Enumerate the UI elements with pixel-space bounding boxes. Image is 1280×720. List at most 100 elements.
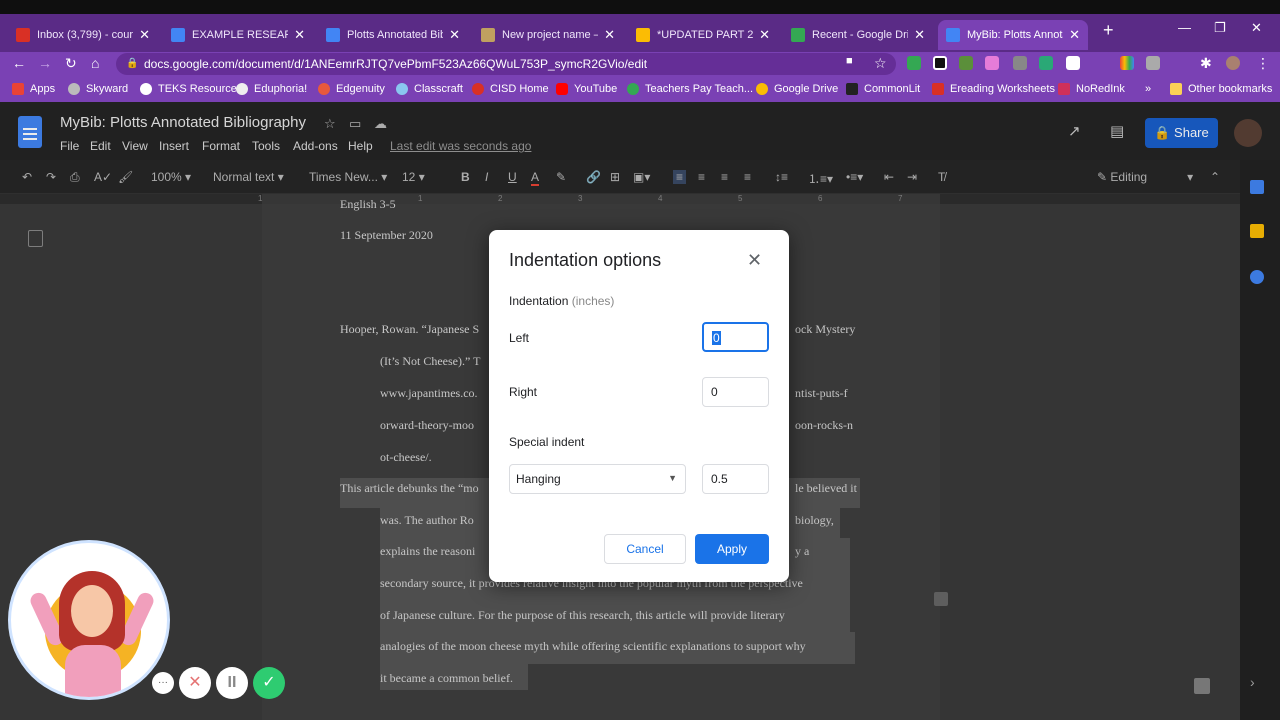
pause-recording-button[interactable]: II <box>216 667 248 699</box>
explore-icon[interactable] <box>1194 678 1210 694</box>
discard-recording-button[interactable]: ✕ <box>179 667 211 699</box>
bookmark-apps[interactable]: Apps <box>12 83 55 95</box>
bookmark-label: Other bookmarks <box>1188 83 1273 95</box>
right-indent-input[interactable]: 0 <box>702 377 769 407</box>
bookmark-noredink[interactable]: NoRedInk <box>1058 83 1125 95</box>
close-tab-icon[interactable]: ✕ <box>1069 27 1080 43</box>
close-tab-icon[interactable]: ✕ <box>449 27 460 43</box>
new-tab-button[interactable]: + <box>1103 20 1114 41</box>
indentation-options-dialog: Indentation options ✕ Indentation (inche… <box>489 230 789 582</box>
extension-icon[interactable] <box>1146 56 1160 70</box>
home-icon[interactable]: ⌂ <box>91 55 99 71</box>
drive-extension-icon[interactable] <box>907 56 921 70</box>
folder-icon <box>1170 83 1182 95</box>
extension-icon[interactable] <box>985 56 999 70</box>
reload-icon[interactable]: ↻ <box>65 55 77 72</box>
extension-icon[interactable] <box>959 56 973 70</box>
extension-icon[interactable] <box>1039 56 1053 70</box>
bookmark-label: Eduphoria! <box>254 83 308 95</box>
more-options-button[interactable]: ··· <box>152 672 174 694</box>
special-indent-value-input[interactable]: 0.5 <box>702 464 769 494</box>
extension-icon[interactable] <box>1066 56 1080 70</box>
bookmark-label: NoRedInk <box>1076 83 1125 95</box>
close-tab-icon[interactable]: ✕ <box>294 27 305 43</box>
close-tab-icon[interactable]: ✕ <box>914 27 925 43</box>
tab-updated-part2[interactable]: *UPDATED PART 2: AN ✕ <box>628 20 778 50</box>
extension-icon[interactable] <box>1013 56 1027 70</box>
mybib-icon <box>481 28 495 42</box>
avatar-body <box>65 645 121 697</box>
bookmark-skyward[interactable]: Skyward <box>68 83 128 95</box>
tab-new-project[interactable]: New project name – M ✕ <box>473 20 623 50</box>
special-indent-select[interactable]: Hanging ▼ <box>509 464 686 494</box>
cancel-button[interactable]: Cancel <box>604 534 686 564</box>
minimize-icon[interactable]: — <box>1178 20 1191 35</box>
left-indent-input[interactable]: 0 <box>702 322 769 352</box>
back-icon[interactable]: ← <box>12 55 26 71</box>
bookmark-label: CISD Home <box>490 83 549 95</box>
extension-icon[interactable] <box>1120 56 1134 70</box>
camera-icon[interactable]: ■ <box>846 55 853 67</box>
noredink-icon <box>1058 83 1070 95</box>
bookmark-label: Ereading Worksheets <box>950 83 1055 95</box>
docs-icon <box>171 28 185 42</box>
lock-icon: 🔒 <box>126 58 139 69</box>
apply-button[interactable]: Apply <box>695 534 769 564</box>
close-tab-icon[interactable]: ✕ <box>759 27 770 43</box>
url-field[interactable]: 🔒 docs.google.com/document/d/1ANEemrRJTQ… <box>116 53 896 75</box>
bookmark-google-drive[interactable]: Google Drive <box>756 83 838 95</box>
bookmark-label: YouTube <box>574 83 618 95</box>
tab-label: Inbox (3,799) - courtne <box>37 29 133 41</box>
more-bookmarks-label: » <box>1145 83 1152 95</box>
puzzle-extensions-icon[interactable]: ✱ <box>1200 55 1212 72</box>
right-indent-value: 0 <box>711 385 718 399</box>
slides-icon <box>636 28 650 42</box>
maximize-icon[interactable]: ❐ <box>1214 20 1226 36</box>
profile-avatar[interactable] <box>1226 56 1240 70</box>
forward-icon[interactable]: → <box>38 55 52 71</box>
chrome-menu-icon[interactable]: ⋮ <box>1256 55 1270 72</box>
bookmark-tpt[interactable]: Teachers Pay Teach... <box>627 83 753 95</box>
close-tab-icon[interactable]: ✕ <box>604 27 615 43</box>
classcraft-icon <box>396 83 408 95</box>
bookmark-eduphoria[interactable]: Eduphoria! <box>236 83 307 95</box>
tab-inbox[interactable]: Inbox (3,799) - courtne ✕ <box>8 20 158 50</box>
avatar-face <box>71 585 113 637</box>
bookmark-youtube[interactable]: YouTube <box>556 83 617 95</box>
cisd-icon <box>472 83 484 95</box>
bookmark-label: Google Drive <box>774 83 839 95</box>
bookmark-commonlit[interactable]: CommonLit <box>846 83 920 95</box>
more-bookmarks-button[interactable]: » <box>1145 83 1151 95</box>
tab-label: Recent - Google Drive <box>812 29 908 41</box>
docs-icon <box>326 28 340 42</box>
tab-mybib-active[interactable]: MyBib: Plotts Annotate ✕ <box>938 20 1088 50</box>
more-icon: ··· <box>158 677 168 688</box>
bookmark-classcraft[interactable]: Classcraft <box>396 83 463 95</box>
bitmoji-avatar <box>8 540 170 700</box>
tab-google-drive[interactable]: Recent - Google Drive ✕ <box>783 20 933 50</box>
bookmark-edgenuity[interactable]: Edgenuity <box>318 83 385 95</box>
tab-plotts-biblio[interactable]: Plotts Annotated Biblio ✕ <box>318 20 468 50</box>
ereading-icon <box>932 83 944 95</box>
x-icon: ✕ <box>188 674 202 691</box>
bookmarks-bar: Apps Skyward TEKS Resource Eduphoria! Ed… <box>0 78 1280 102</box>
apps-grid-icon <box>12 83 24 95</box>
bookmark-label: Skyward <box>86 83 129 95</box>
dropdown-arrow-icon: ▼ <box>668 473 677 483</box>
close-window-icon[interactable]: ✕ <box>1251 20 1262 36</box>
extension-icon[interactable] <box>933 56 947 70</box>
tab-label: MyBib: Plotts Annotate <box>967 29 1063 41</box>
bookmark-label: Classcraft <box>414 83 463 95</box>
star-bookmark-icon[interactable]: ☆ <box>874 55 887 72</box>
left-indent-label: Left <box>509 331 530 345</box>
bookmark-other[interactable]: Other bookmarks <box>1170 83 1272 95</box>
bookmark-cisd[interactable]: CISD Home <box>472 83 549 95</box>
tab-example-research[interactable]: EXAMPLE RESEARCH O ✕ <box>163 20 313 50</box>
drive-icon <box>791 28 805 42</box>
youtube-icon <box>556 83 568 95</box>
bookmark-teks[interactable]: TEKS Resource <box>140 83 237 95</box>
finish-recording-button[interactable]: ✓ <box>253 667 285 699</box>
bookmark-ereading[interactable]: Ereading Worksheets <box>932 83 1055 95</box>
close-icon[interactable]: ✕ <box>747 250 762 271</box>
close-tab-icon[interactable]: ✕ <box>139 27 150 43</box>
